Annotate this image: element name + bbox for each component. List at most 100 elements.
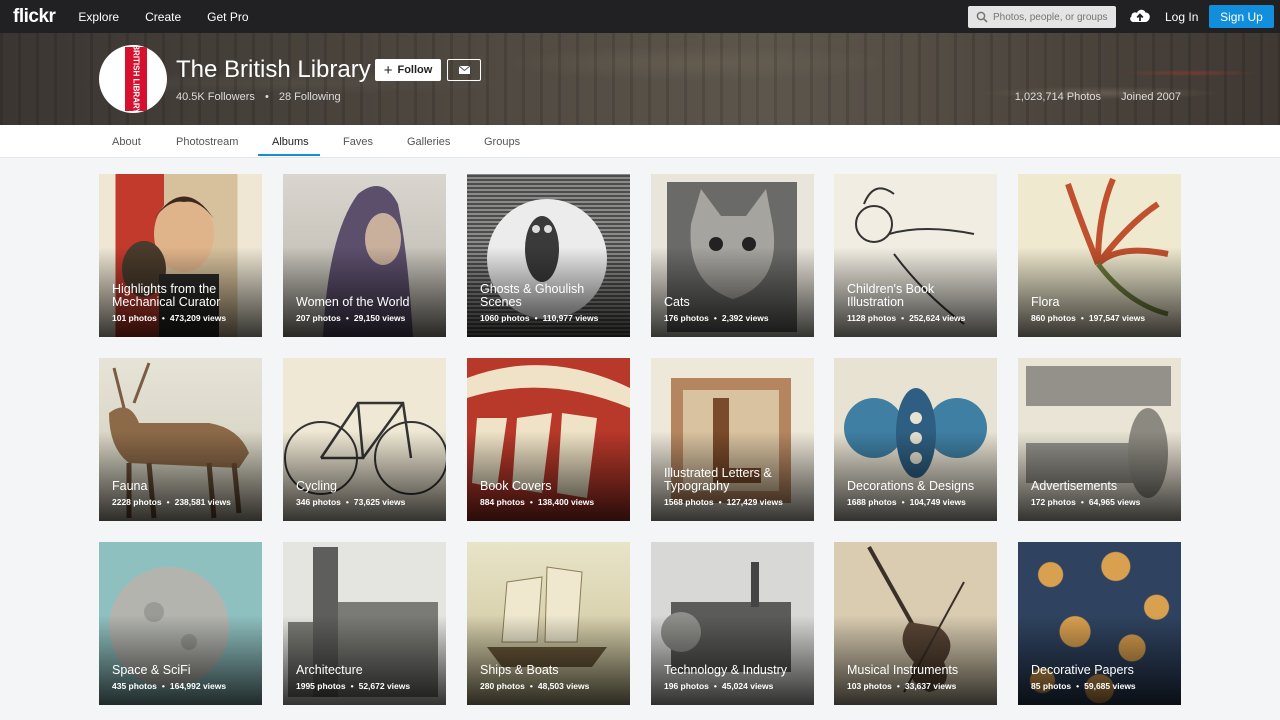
album-title: Ghosts & Ghoulish Scenes: [480, 282, 585, 309]
view-count: 73,625 views: [353, 497, 406, 507]
album-card[interactable]: Cycling 346 photos • 73,625 views: [283, 358, 446, 521]
view-count: 127,429 views: [726, 497, 783, 507]
album-title: Cycling: [296, 479, 337, 493]
album-title: Flora: [1031, 295, 1060, 309]
album-card[interactable]: Ghosts & Ghoulish Scenes 1060 photos • 110…: [467, 174, 630, 337]
tab-photostream[interactable]: Photostream: [176, 136, 238, 148]
profile-name: The British Library: [176, 56, 371, 83]
view-count: 2,392 views: [721, 313, 769, 323]
album-card[interactable]: Technology & Industry 196 photos • 45,024 …: [651, 542, 814, 705]
view-count: 252,624 views: [909, 313, 966, 323]
album-card[interactable]: Flora 860 photos • 197,547 views: [1018, 174, 1181, 337]
album-title: Decorations & Designs: [847, 479, 975, 493]
photo-count: 1,023,714 Photos: [1014, 91, 1102, 103]
album-card[interactable]: Architecture 1995 photos • 52,672 views: [283, 542, 446, 705]
followers-count[interactable]: 40.5K Followers: [176, 91, 255, 103]
view-count: 473,209 views: [169, 313, 227, 323]
british-library-logo: BRITISH LIBRARY: [125, 45, 147, 113]
photo-count: 884 photos: [480, 497, 525, 507]
album-title: Highlights from the Mechanical Curator: [112, 282, 221, 309]
album-card[interactable]: Advertisements 172 photos • 64,965 views: [1018, 358, 1181, 521]
photo-count: 346 photos: [296, 497, 341, 507]
upload-cloud-icon[interactable]: [1129, 7, 1151, 25]
photo-count: 176 photos: [664, 313, 709, 323]
album-card[interactable]: Highlights from the Mechanical Curator 1…: [99, 174, 262, 337]
photo-count: 85 photos: [1031, 681, 1072, 691]
view-count: 164,992 views: [169, 681, 227, 691]
view-count: 45,024 views: [721, 681, 774, 691]
profile-stats: 1,023,714 Photos Joined 2007: [1015, 91, 1181, 103]
nav-create[interactable]: Create: [145, 10, 181, 24]
flickr-logo[interactable]: flickr: [13, 6, 56, 28]
album-title: Illustrated Letters & Typography: [664, 466, 772, 493]
profile-tabs: About Photostream Albums Faves Galleries…: [0, 125, 1280, 158]
album-title: Cats: [664, 295, 690, 309]
message-button[interactable]: [447, 59, 481, 81]
search-box[interactable]: [968, 6, 1116, 28]
album-card[interactable]: Space & SciFi 435 photos • 164,992 views: [99, 542, 262, 705]
album-card[interactable]: Decorative Papers 85 photos • 59,685 views: [1018, 542, 1181, 705]
follow-button[interactable]: + Follow: [375, 59, 441, 81]
album-title: Ships & Boats: [480, 663, 559, 677]
joined-date: Joined 2007: [1121, 91, 1181, 103]
album-card[interactable]: Decorations & Designs 1688 photos • 104,74…: [834, 358, 997, 521]
view-count: 138,400 views: [537, 497, 595, 507]
album-card[interactable]: Fauna 2228 photos • 238,581 views: [99, 358, 262, 521]
view-count: 29,150 views: [353, 313, 406, 323]
view-count: 197,547 views: [1088, 313, 1146, 323]
album-title: Advertisements: [1031, 479, 1118, 493]
album-title: Book Covers: [480, 479, 552, 493]
search-input[interactable]: [993, 11, 1113, 23]
signup-button[interactable]: Sign Up: [1209, 5, 1274, 28]
active-tab-indicator: [258, 154, 320, 156]
photo-count: 1688 photos: [847, 497, 897, 507]
tab-faves[interactable]: Faves: [343, 136, 373, 148]
photo-count: 1995 photos: [296, 681, 346, 691]
login-link[interactable]: Log In: [1165, 10, 1198, 24]
album-title: Architecture: [296, 663, 363, 677]
album-card[interactable]: Children's Book Illustration 1128 photos…: [834, 174, 997, 337]
album-card[interactable]: Illustrated Letters & Typography 1568 ph…: [651, 358, 814, 521]
search-icon: [976, 11, 988, 23]
album-card[interactable]: Women of the World 207 photos • 29,150 vie…: [283, 174, 446, 337]
avatar[interactable]: BRITISH LIBRARY: [99, 45, 167, 113]
view-count: 64,965 views: [1088, 497, 1141, 507]
photo-count: 101 photos: [112, 313, 157, 323]
tab-albums[interactable]: Albums: [272, 136, 309, 148]
nav-get-pro[interactable]: Get Pro: [207, 10, 248, 24]
nav-explore[interactable]: Explore: [78, 10, 119, 24]
view-count: 104,749 views: [909, 497, 966, 507]
photo-count: 103 photos: [847, 681, 892, 691]
photo-count: 1060 photos: [480, 313, 530, 323]
album-card[interactable]: Musical Instruments 103 photos • 33,637 vi…: [834, 542, 997, 705]
album-card[interactable]: Book Covers 884 photos • 138,400 views: [467, 358, 630, 521]
main-nav: Explore Create Get Pro: [78, 10, 274, 24]
tab-about[interactable]: About: [112, 136, 141, 148]
following-count[interactable]: 28 Following: [279, 91, 341, 103]
tab-groups[interactable]: Groups: [484, 136, 520, 148]
album-title: Decorative Papers: [1031, 663, 1134, 677]
view-count: 48,503 views: [537, 681, 590, 691]
photo-count: 1568 photos: [664, 497, 714, 507]
album-title: Technology & Industry: [664, 663, 787, 677]
album-title: Musical Instruments: [847, 663, 959, 677]
tab-galleries[interactable]: Galleries: [407, 136, 450, 148]
album-title: Space & SciFi: [112, 663, 191, 677]
photo-count: 196 photos: [664, 681, 709, 691]
photo-count: 860 photos: [1031, 313, 1076, 323]
plus-icon: +: [383, 61, 393, 79]
photo-count: 2228 photos: [112, 497, 162, 507]
album-card[interactable]: Ships & Boats 280 photos • 48,503 views: [467, 542, 630, 705]
photo-count: 435 photos: [112, 681, 157, 691]
album-title: Fauna: [112, 479, 148, 493]
album-title: Children's Book Illustration: [847, 282, 935, 309]
view-count: 52,672 views: [358, 681, 411, 691]
album-card[interactable]: Cats 176 photos • 2,392 views: [651, 174, 814, 337]
photo-count: 207 photos: [296, 313, 341, 323]
view-count: 33,637 views: [904, 681, 957, 691]
photo-count: 1128 photos: [847, 313, 897, 323]
view-count: 238,581 views: [174, 497, 231, 507]
view-count: 59,685 views: [1084, 681, 1136, 691]
album-title: Women of the World: [296, 295, 410, 309]
mail-icon: [458, 66, 470, 74]
